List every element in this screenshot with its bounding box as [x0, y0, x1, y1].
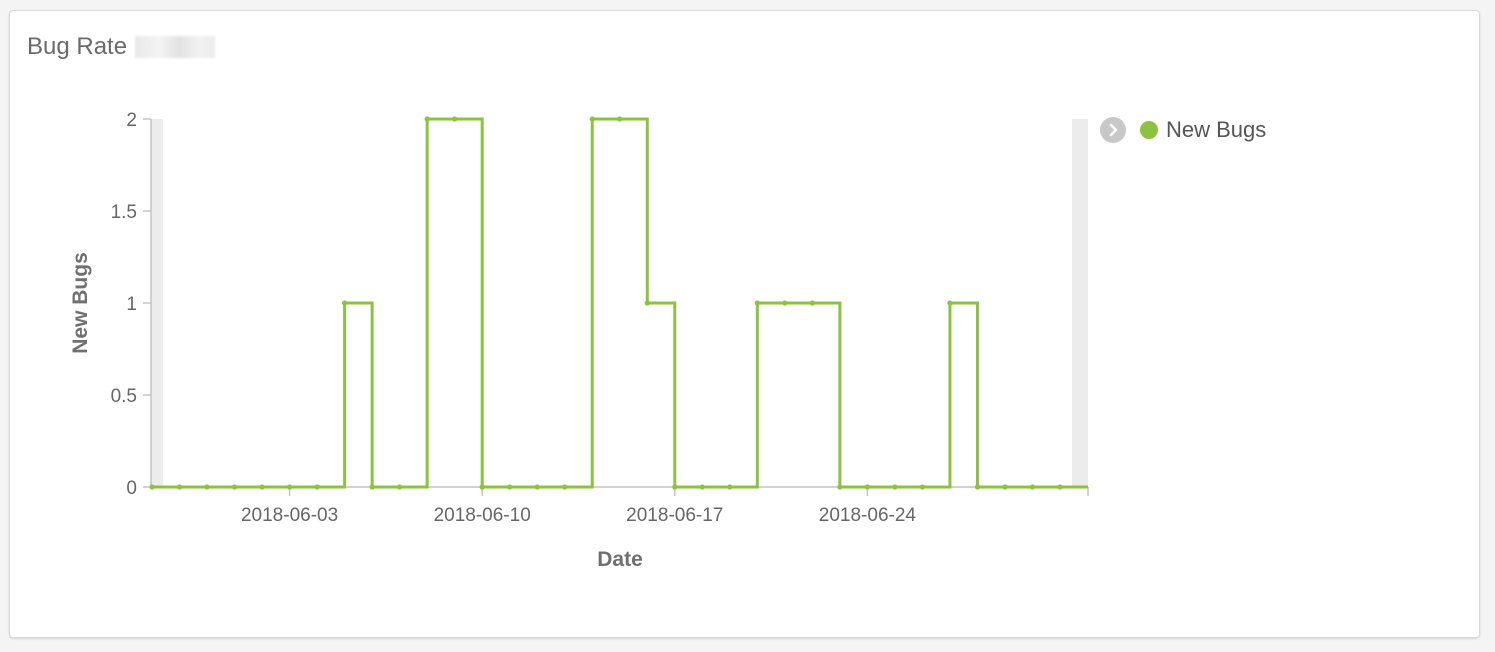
data-point	[534, 484, 540, 490]
data-point	[314, 484, 320, 490]
y-tick-label: 1.5	[111, 202, 137, 223]
data-point	[754, 300, 760, 306]
data-point	[1029, 484, 1036, 490]
plot-right-band	[1072, 119, 1088, 487]
data-point	[699, 484, 705, 490]
y-tick-label: 0.5	[111, 386, 137, 407]
series-layer	[149, 116, 1088, 490]
data-point	[204, 484, 210, 490]
legend-dot-new-bugs	[1140, 121, 1158, 139]
x-tick-label: 2018-06-24	[819, 505, 917, 526]
data-point	[974, 484, 981, 490]
data-point	[231, 484, 238, 490]
data-point	[369, 484, 375, 490]
data-point	[342, 300, 348, 306]
data-point	[176, 484, 183, 490]
data-point	[727, 484, 733, 490]
data-point	[892, 484, 898, 490]
data-point	[507, 484, 513, 490]
bug-rate-chart: 0 0.5 1 1.5 2 2018-06-03 2018-06-10 2018-06-17…	[69, 110, 1089, 571]
chevron-right-icon[interactable]	[1100, 117, 1126, 143]
data-point	[644, 300, 650, 306]
data-point	[1057, 484, 1063, 490]
data-point	[562, 484, 568, 490]
data-point	[617, 116, 623, 122]
y-axis-ticks: 0 0.5 1 1.5 2	[111, 110, 151, 499]
y-tick-label: 0	[126, 478, 137, 499]
data-point	[286, 484, 293, 490]
data-point	[782, 300, 788, 306]
data-point	[672, 484, 678, 490]
x-tick-label: 2018-06-03	[241, 505, 338, 526]
y-tick-label: 2	[126, 110, 137, 131]
data-point	[452, 116, 458, 122]
x-axis-title: Date	[597, 548, 643, 571]
data-point	[149, 484, 155, 490]
data-point	[424, 116, 430, 122]
chart-legend: New Bugs	[1100, 117, 1266, 143]
x-axis-ticks: 2018-06-03 2018-06-10 2018-06-17 2018-06-24	[241, 487, 1089, 526]
data-point	[479, 484, 485, 490]
data-point	[1002, 484, 1008, 490]
data-point	[589, 116, 595, 122]
data-point	[864, 484, 870, 490]
data-point	[397, 484, 403, 490]
x-tick-label: 2018-06-17	[626, 505, 723, 526]
data-point	[919, 484, 926, 490]
data-point	[837, 484, 843, 490]
data-point	[259, 484, 265, 490]
data-point	[809, 300, 815, 306]
x-tick-label: 2018-06-10	[434, 505, 531, 526]
y-tick-label: 1	[126, 294, 137, 315]
data-point	[947, 300, 953, 306]
plot-left-band	[151, 119, 163, 487]
legend-label-new-bugs[interactable]: New Bugs	[1166, 117, 1266, 143]
y-axis-title: New Bugs	[69, 252, 92, 354]
